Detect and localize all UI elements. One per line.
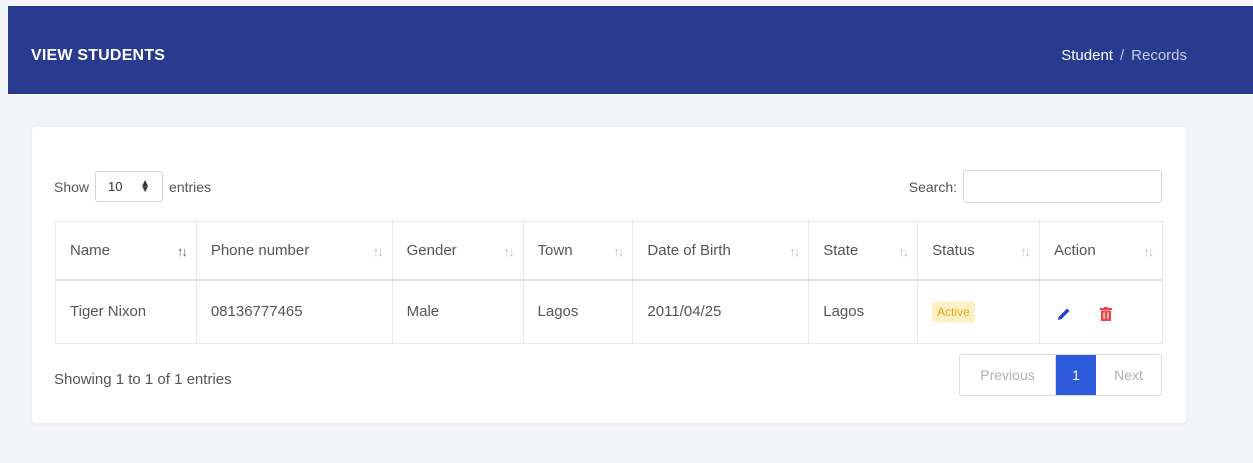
cell-dob: 2011/04/25 xyxy=(632,279,810,344)
previous-page-button[interactable]: Previous xyxy=(960,355,1056,395)
page-title: VIEW STUDENTS xyxy=(31,47,166,64)
table-header-row: Name ↑↓ Phone number ↑↓ Gender ↑↓ Town ↑↓ Da… xyxy=(55,221,1163,281)
cell-town: Lagos xyxy=(522,279,634,344)
cell-state: Lagos xyxy=(808,279,919,344)
sort-icon: ↑↓ xyxy=(898,244,909,259)
column-header-phone[interactable]: Phone number ↑↓ xyxy=(195,221,393,281)
page-1-button[interactable]: 1 xyxy=(1056,355,1096,395)
trash-icon[interactable] xyxy=(1100,306,1113,325)
breadcrumb-item-student[interactable]: Student xyxy=(1061,47,1113,64)
entries-select-value: 10 xyxy=(108,179,123,194)
sort-icon: ↑↓ xyxy=(176,244,188,259)
students-card: Show 10 ▲ ▼ entries Search: Name ↑↓ Phone … xyxy=(32,127,1186,423)
search-control: Search: xyxy=(909,170,1162,203)
breadcrumb-separator: / xyxy=(1119,47,1125,64)
sort-icon: ↑↓ xyxy=(372,244,384,259)
column-header-state[interactable]: State ↑↓ xyxy=(808,221,919,281)
column-header-action[interactable]: Action ↑↓ xyxy=(1039,221,1163,281)
next-page-button[interactable]: Next xyxy=(1096,355,1161,395)
entries-select[interactable]: 10 ▲ ▼ xyxy=(95,171,164,202)
table-row: Tiger Nixon 08136777465 Male Lagos 2011/… xyxy=(55,279,1163,344)
sort-icon: ↑↓ xyxy=(789,244,800,259)
column-header-dob[interactable]: Date of Birth ↑↓ xyxy=(632,221,810,281)
pagination: Previous 1 Next xyxy=(959,354,1162,396)
status-badge: Active xyxy=(932,301,975,322)
search-label: Search: xyxy=(908,178,957,195)
students-table: Name ↑↓ Phone number ↑↓ Gender ↑↓ Town ↑↓ Da… xyxy=(55,221,1163,344)
column-header-gender[interactable]: Gender ↑↓ xyxy=(391,221,524,281)
sort-icon: ↑↓ xyxy=(1020,244,1031,259)
entries-label: entries xyxy=(169,178,212,195)
breadcrumb-item-records: Records xyxy=(1131,47,1187,64)
entries-length-control: Show 10 ▲ ▼ entries xyxy=(54,171,211,202)
column-header-town[interactable]: Town ↑↓ xyxy=(522,221,634,281)
column-header-name[interactable]: Name ↑↓ xyxy=(55,221,197,281)
sort-icon: ↑↓ xyxy=(613,244,624,259)
page-header: VIEW STUDENTS Student / Records xyxy=(8,6,1253,94)
cell-gender: Male xyxy=(391,279,524,344)
breadcrumb: Student / Records xyxy=(1061,47,1187,64)
cell-name: Tiger Nixon xyxy=(55,279,197,344)
select-arrows-icon: ▲ ▼ xyxy=(140,177,151,195)
cell-phone: 08136777465 xyxy=(195,279,393,344)
cell-action xyxy=(1039,279,1163,344)
search-input[interactable] xyxy=(963,170,1162,203)
cell-status: Active xyxy=(917,279,1041,344)
table-info: Showing 1 to 1 of 1 entries xyxy=(54,371,232,388)
sort-icon: ↑↓ xyxy=(1143,244,1154,259)
sort-icon: ↑↓ xyxy=(503,244,515,259)
column-header-status[interactable]: Status ↑↓ xyxy=(917,221,1041,281)
pencil-icon[interactable] xyxy=(1056,306,1072,326)
show-label: Show xyxy=(54,178,90,195)
